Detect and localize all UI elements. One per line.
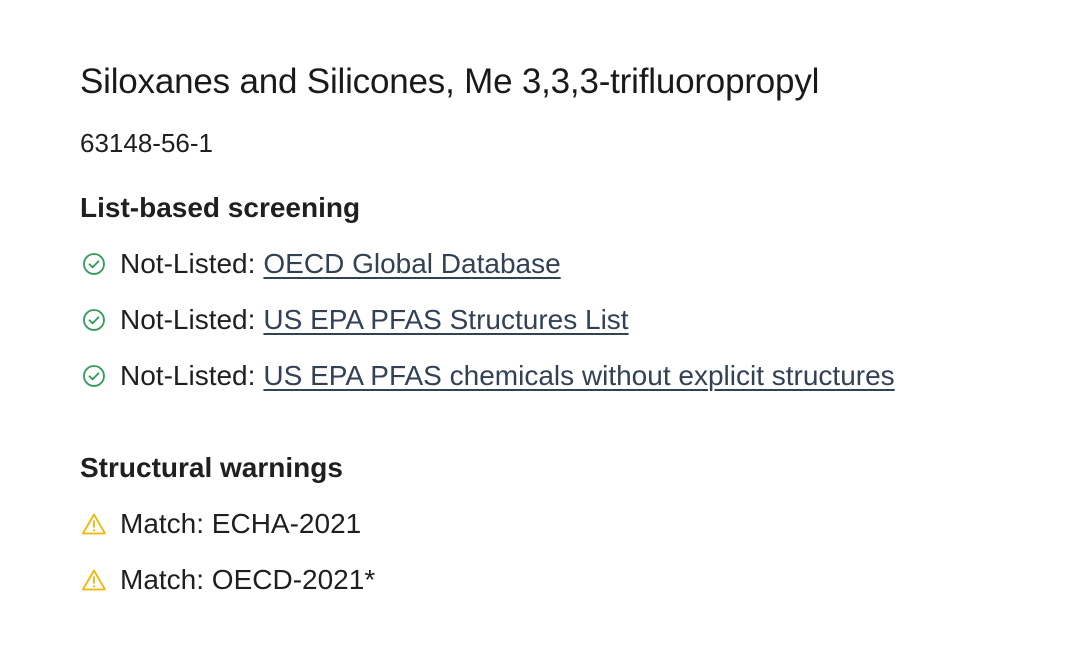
check-circle-icon [80,250,108,278]
cas-number: 63148-56-1 [80,128,213,158]
list-screening-heading: List-based screening [80,192,361,223]
warning-triangle-icon [80,510,108,538]
list-screening-item: Not-Listed: US EPA PFAS Structures List [80,292,1060,348]
warning-text: Match: OECD-2021* [120,564,376,595]
status-label: Not-Listed: [120,304,256,335]
substance-title: Siloxanes and Silicones, Me 3,3,3-triflu… [80,62,820,101]
check-circle-icon [80,306,108,334]
list-screening-list: Not-Listed: OECD Global Database Not-Lis… [80,236,1060,404]
status-label: Not-Listed: [120,360,256,391]
check-circle-icon [80,362,108,390]
oecd-global-database-link[interactable]: OECD Global Database [263,248,560,280]
status-label: Not-Listed: [120,248,256,279]
list-screening-item: Not-Listed: US EPA PFAS chemicals withou… [80,348,1060,404]
structural-warnings-heading: Structural warnings [80,452,343,483]
warning-item: Match: ECHA-2021 [80,496,1060,552]
warning-text: Match: ECHA-2021 [120,508,362,539]
epa-pfas-no-structures-link[interactable]: US EPA PFAS chemicals without explicit s… [263,360,894,392]
list-screening-item: Not-Listed: OECD Global Database [80,236,1060,292]
substance-panel: Siloxanes and Silicones, Me 3,3,3-triflu… [80,56,1060,608]
warning-item: Match: OECD-2021* [80,552,1060,608]
warning-triangle-icon [80,566,108,594]
structural-warnings-list: Match: ECHA-2021 Match: OECD-2021* [80,496,1060,608]
epa-pfas-structures-link[interactable]: US EPA PFAS Structures List [263,304,628,336]
